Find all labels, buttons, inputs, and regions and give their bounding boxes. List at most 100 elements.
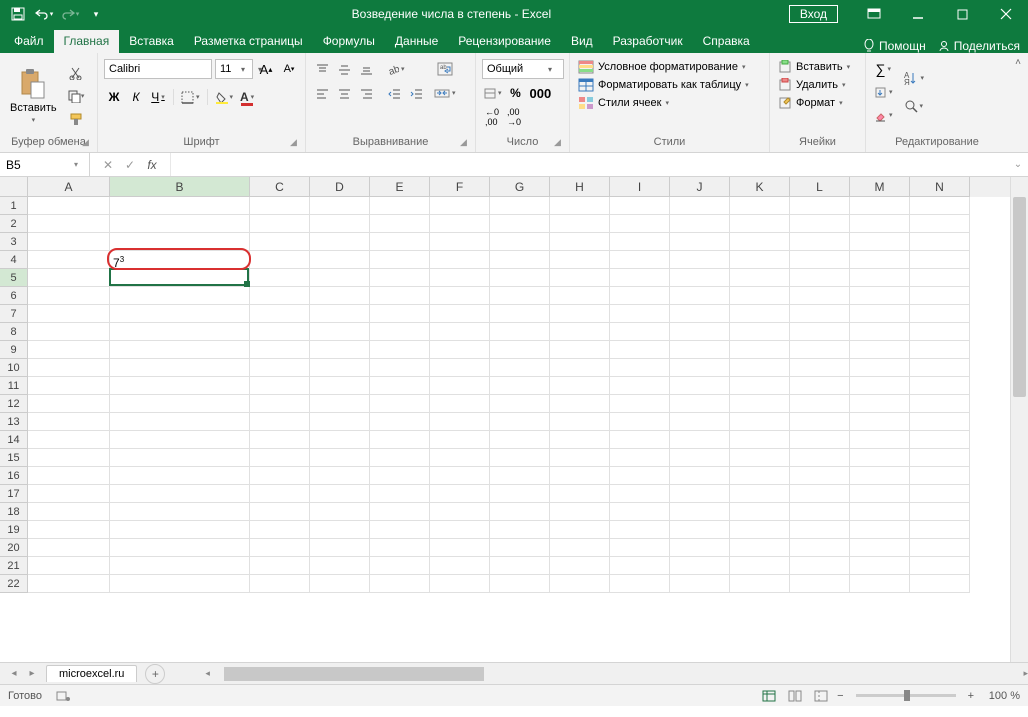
- cell[interactable]: [110, 503, 250, 521]
- cell[interactable]: [910, 287, 970, 305]
- cell[interactable]: [430, 467, 490, 485]
- cell[interactable]: [310, 377, 370, 395]
- align-top-icon[interactable]: [312, 59, 332, 79]
- cell[interactable]: [310, 287, 370, 305]
- cell[interactable]: [310, 467, 370, 485]
- cell[interactable]: [910, 269, 970, 287]
- cell[interactable]: [490, 503, 550, 521]
- cell[interactable]: [850, 431, 910, 449]
- cell[interactable]: [110, 575, 250, 593]
- cell[interactable]: [110, 431, 250, 449]
- page-break-view-icon[interactable]: [811, 688, 831, 704]
- cell[interactable]: [310, 215, 370, 233]
- cell[interactable]: [490, 233, 550, 251]
- cell[interactable]: [610, 449, 670, 467]
- cell[interactable]: [910, 413, 970, 431]
- cell[interactable]: [110, 323, 250, 341]
- name-box[interactable]: ▾: [0, 153, 90, 176]
- cell[interactable]: [670, 521, 730, 539]
- vertical-scrollbar[interactable]: [1010, 177, 1028, 662]
- cell[interactable]: [850, 557, 910, 575]
- cell[interactable]: [370, 377, 430, 395]
- cell[interactable]: [490, 539, 550, 557]
- tab-главная[interactable]: Главная: [54, 30, 120, 53]
- tab-разработчик[interactable]: Разработчик: [603, 30, 693, 53]
- cell[interactable]: [670, 287, 730, 305]
- paste-button[interactable]: Вставить ▾: [6, 57, 61, 134]
- cell[interactable]: [730, 395, 790, 413]
- row-header[interactable]: 18: [0, 503, 28, 521]
- cell[interactable]: [110, 395, 250, 413]
- format-as-table-button[interactable]: Форматировать как таблицу▾: [576, 77, 763, 93]
- cut-icon[interactable]: [65, 63, 87, 83]
- column-header[interactable]: G: [490, 177, 550, 197]
- row-header[interactable]: 7: [0, 305, 28, 323]
- cell[interactable]: [790, 413, 850, 431]
- cell[interactable]: [550, 233, 610, 251]
- cell[interactable]: [550, 287, 610, 305]
- cell[interactable]: [28, 287, 110, 305]
- cell[interactable]: [790, 557, 850, 575]
- cell[interactable]: [370, 395, 430, 413]
- row-header[interactable]: 12: [0, 395, 28, 413]
- cell[interactable]: [730, 377, 790, 395]
- cell[interactable]: [310, 233, 370, 251]
- cell[interactable]: [28, 467, 110, 485]
- fx-icon[interactable]: fx: [142, 155, 162, 175]
- cell[interactable]: [430, 413, 490, 431]
- column-header[interactable]: H: [550, 177, 610, 197]
- cell[interactable]: [730, 521, 790, 539]
- cell[interactable]: [310, 503, 370, 521]
- cell[interactable]: [790, 467, 850, 485]
- cell[interactable]: [610, 431, 670, 449]
- row-header[interactable]: 19: [0, 521, 28, 539]
- cell[interactable]: [790, 431, 850, 449]
- cell[interactable]: [610, 341, 670, 359]
- cell[interactable]: [250, 197, 310, 215]
- column-header[interactable]: F: [430, 177, 490, 197]
- cell[interactable]: [730, 287, 790, 305]
- cell[interactable]: [110, 539, 250, 557]
- cell[interactable]: [790, 521, 850, 539]
- cell[interactable]: [910, 485, 970, 503]
- cell[interactable]: [430, 269, 490, 287]
- normal-view-icon[interactable]: [759, 688, 779, 704]
- cell[interactable]: [310, 413, 370, 431]
- cell[interactable]: [730, 359, 790, 377]
- column-header[interactable]: L: [790, 177, 850, 197]
- cell[interactable]: [550, 503, 610, 521]
- cell[interactable]: [670, 269, 730, 287]
- cell[interactable]: [670, 341, 730, 359]
- zoom-out-icon[interactable]: −: [837, 690, 843, 702]
- row-header[interactable]: 2: [0, 215, 28, 233]
- cell[interactable]: [550, 521, 610, 539]
- cell[interactable]: [910, 431, 970, 449]
- fill-color-button[interactable]: [213, 87, 236, 107]
- cell[interactable]: [910, 359, 970, 377]
- cell[interactable]: [850, 395, 910, 413]
- cell[interactable]: [610, 413, 670, 431]
- maximize-icon[interactable]: [940, 0, 984, 28]
- column-header[interactable]: C: [250, 177, 310, 197]
- cell[interactable]: [110, 485, 250, 503]
- column-header[interactable]: B: [110, 177, 250, 197]
- cell[interactable]: [250, 557, 310, 575]
- cell[interactable]: [490, 323, 550, 341]
- cell[interactable]: [670, 449, 730, 467]
- expand-formula-bar-icon[interactable]: ⌄: [1008, 159, 1028, 170]
- row-header[interactable]: 10: [0, 359, 28, 377]
- cell[interactable]: [370, 305, 430, 323]
- cell[interactable]: [430, 359, 490, 377]
- italic-button[interactable]: К: [126, 87, 146, 107]
- cell[interactable]: [430, 197, 490, 215]
- cell[interactable]: [910, 449, 970, 467]
- cell[interactable]: [430, 557, 490, 575]
- font-size-combo[interactable]: ▾: [215, 59, 253, 79]
- cell[interactable]: [310, 521, 370, 539]
- cell[interactable]: [110, 305, 250, 323]
- cell[interactable]: [250, 467, 310, 485]
- save-icon[interactable]: [6, 2, 30, 26]
- accounting-format-icon[interactable]: [482, 83, 504, 103]
- cell[interactable]: [28, 395, 110, 413]
- cell[interactable]: [550, 341, 610, 359]
